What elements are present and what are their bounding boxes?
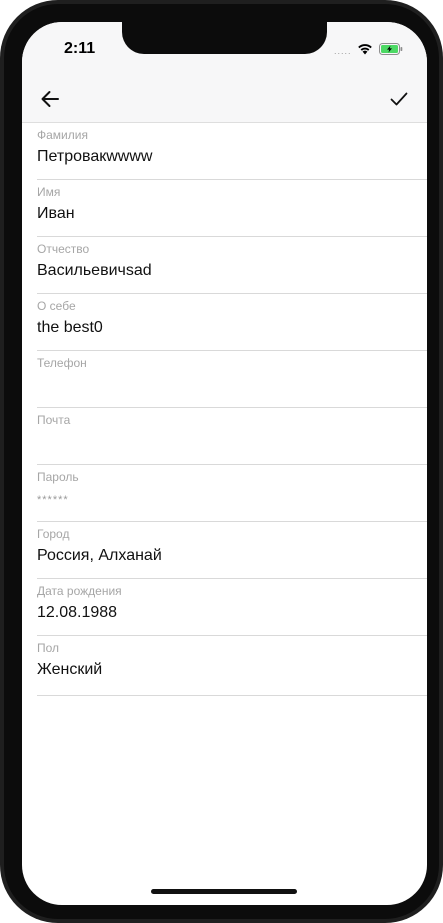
about-value[interactable]: the best0 [37,319,103,337]
email-label: Почта [37,413,71,427]
email-field[interactable]: Почта [37,408,427,465]
patronymic-field[interactable]: Отчество Васильевичsad [37,237,427,294]
back-button[interactable] [36,85,64,113]
last-name-label: Фамилия [37,128,88,142]
patronymic-label: Отчество [37,242,90,256]
about-label: О себе [37,299,76,313]
phone-frame: 2:11 ..... Фамилия Петровакwwww Имя Иван… [0,0,443,923]
password-label: Пароль [37,470,79,484]
first-name-field[interactable]: Имя Иван [37,180,427,237]
last-name-field[interactable]: Фамилия Петровакwwww [37,123,427,180]
notch [122,22,327,54]
save-button[interactable] [385,85,413,113]
patronymic-value[interactable]: Васильевичsad [37,262,152,280]
signal-dots: ..... [334,46,352,56]
wifi-icon [358,44,372,55]
battery-icon [379,43,403,55]
screen: 2:11 ..... Фамилия Петровакwwww Имя Иван… [22,22,427,905]
arrow-left-icon [41,91,59,107]
birth-date-field[interactable]: Дата рождения 12.08.1988 [37,579,427,636]
profile-form: Фамилия Петровакwwww Имя Иван Отчество В… [22,123,427,696]
navigation-bar [22,76,427,123]
gender-field[interactable]: Пол Женский [37,636,427,696]
last-name-value[interactable]: Петровакwwww [37,148,152,166]
gender-value[interactable]: Женский [37,661,102,679]
checkmark-icon [390,92,408,106]
phone-field[interactable]: Телефон [37,351,427,408]
password-field[interactable]: Пароль ****** [37,465,427,522]
phone-label: Телефон [37,356,87,370]
status-time: 2:11 [64,40,96,57]
city-value[interactable]: Россия, Алханай [37,547,162,565]
first-name-label: Имя [37,185,61,199]
gender-label: Пол [37,641,60,655]
home-indicator[interactable] [151,889,297,894]
phone-bezel: 2:11 ..... Фамилия Петровакwwww Имя Иван… [4,4,439,919]
password-value[interactable]: ****** [37,494,69,506]
birth-date-label: Дата рождения [37,584,122,598]
birth-date-value[interactable]: 12.08.1988 [37,604,117,622]
city-field[interactable]: Город Россия, Алханай [37,522,427,579]
first-name-value[interactable]: Иван [37,205,75,223]
about-field[interactable]: О себе the best0 [37,294,427,351]
city-label: Город [37,527,70,541]
